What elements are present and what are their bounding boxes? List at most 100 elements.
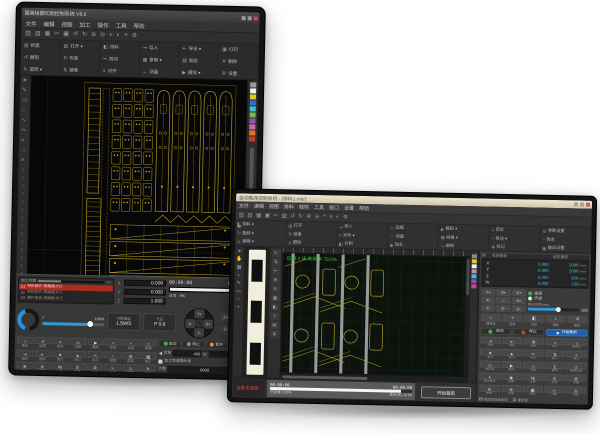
quick-action-button[interactable]: ↺ 复位 [567,315,588,327]
toolbar-icon[interactable]: ⚙ [343,214,348,220]
tool-icon[interactable]: ✋ [236,256,242,262]
minimize-icon[interactable] [574,202,578,206]
toolbar-icon[interactable]: ▥ [247,212,252,218]
function-button[interactable]: ▼ 落刀 [52,350,69,362]
machine-function-button[interactable]: ⊘ 解锁 [479,384,500,395]
ribbon-button[interactable]: ✕ 删除 [219,56,259,69]
jog-button[interactable]: X+ [512,297,526,304]
draw-tool-icon[interactable]: ∿ [22,116,28,126]
machine-function-button[interactable]: ✂ 对刀 [523,349,544,360]
machine-function-button[interactable]: ⇤ 收料 [502,337,523,348]
function-button[interactable]: ⌖ 定位 [52,337,69,349]
axis-value-field[interactable]: 0.000 [124,288,166,295]
machine-action-button[interactable]: 暂停 [205,340,227,348]
run-control-button[interactable]: 停止 [513,328,544,336]
tool-icon[interactable]: ⇅ [271,258,280,266]
fabric-strip[interactable] [246,250,266,375]
menu-item[interactable]: 操作 [97,21,108,29]
machine-function-button[interactable]: ⚙ 参数 [566,374,587,385]
ribbon-button[interactable]: ↔ 测量 [139,66,179,79]
footer-checkbox-item[interactable]: 完成后自动收料 [479,396,508,402]
tool-icon[interactable]: ⌖ [237,304,240,310]
color-swatch[interactable] [250,100,256,105]
tool-icon[interactable]: ≡ [270,312,279,320]
color-swatch[interactable] [250,106,256,111]
machine-function-button[interactable]: ◎ 关机 [565,386,586,397]
function-button[interactable]: ↕ 测厚 [105,351,122,363]
color-swatch[interactable] [472,269,477,273]
toolbar-icon[interactable]: ▧ [282,213,287,219]
toolbar-icon[interactable]: ≡ [124,30,128,41]
machine-function-button[interactable]: ▦ 校正 [522,385,543,396]
menu-item[interactable]: 文件 [25,19,36,27]
jog-y-minus-button[interactable]: Y- [194,328,204,337]
toolbar-icon[interactable]: ▦ [44,29,50,40]
axis-value-field[interactable]: 1.000 [124,297,166,304]
toolbar-icon[interactable]: ⚙ [132,30,138,41]
menu-item[interactable]: 视图 [61,20,72,28]
jog-button[interactable]: X- [481,296,495,303]
ribbon-button[interactable]: ▤ 新建 [21,40,61,53]
tool-icon[interactable]: ○ [237,296,240,302]
color-swatch[interactable] [249,118,255,123]
toolbar-icon[interactable]: ▤ [239,212,244,218]
tool-icon[interactable]: ▭ [236,288,241,294]
menu-item[interactable]: 编辑 [254,202,264,209]
color-swatch[interactable] [250,88,256,93]
menu-item[interactable]: 裁剪 [299,203,309,210]
jog-button[interactable]: Y- [481,304,495,311]
toolbar-icon[interactable]: ◐ [116,30,120,41]
color-swatch[interactable] [250,82,256,87]
toolbar-icon[interactable]: ▥ [35,28,41,39]
menu-item[interactable]: 帮助 [359,204,369,211]
ribbon-button[interactable]: ▥ 打开 ▾ [61,40,101,53]
machine-function-button[interactable]: ♻ 吸风 [523,337,544,348]
step-distance-slider[interactable] [528,308,579,312]
toolbar-icon[interactable]: ⊕ [91,30,96,41]
menu-item[interactable]: 工具 [314,203,324,210]
machine-function-button[interactable]: ⇅ 换刀 [545,350,566,361]
jog-button[interactable]: Z+ [496,289,510,296]
close-icon[interactable] [254,16,258,20]
function-button[interactable]: ⚙ 参数 [87,363,104,374]
jog-button[interactable]: U+ [512,289,526,296]
tool-icon[interactable]: ▤ [270,321,279,329]
machine-action-button[interactable]: 停止 [182,340,204,348]
function-button[interactable]: ⊗ 急停 [16,362,33,374]
toolbar-icon[interactable]: ▦ [256,212,261,218]
color-swatch[interactable] [471,279,476,283]
machine-function-button[interactable]: ◇ 诊断 [544,386,565,397]
toolbar-icon[interactable]: ↻ [82,29,87,40]
draw-tool-icon[interactable]: ≡ [21,156,27,166]
function-button[interactable]: ▦ 校正 [140,352,157,364]
jog-button[interactable]: ⌂ [496,297,510,304]
ribbon-button[interactable]: ≡ 对齐 [100,65,140,78]
machine-function-button[interactable]: ∅ 清零 [544,374,565,385]
machine-function-button[interactable]: ⌖ 激光定位 [479,372,500,383]
draw-tool-icon[interactable]: ✎ [22,86,28,96]
draw-tool-icon[interactable]: ✂ [21,126,27,136]
menu-item[interactable]: 编辑 [43,20,54,28]
function-button[interactable]: + 点动 [122,339,139,351]
toolbar-icon[interactable]: ⊖ [315,213,320,219]
function-button[interactable]: ▲ 抬刀 [69,350,86,362]
color-swatch[interactable] [250,112,256,117]
ribbon-button[interactable]: ↻ 恢复 [60,52,100,65]
jog-button[interactable]: U- [511,305,525,312]
color-swatch[interactable] [472,264,477,268]
menu-item[interactable]: 窗口 [329,204,339,211]
machine-function-button[interactable]: ∿ 空走 [523,361,544,372]
toolbar-icon[interactable]: ≡ [329,214,332,220]
function-button[interactable]: ♻ 清洁 [122,351,139,363]
tool-icon[interactable]: ➤ [237,248,241,254]
toolbar-icon[interactable]: ▣ [63,29,69,40]
ribbon-button[interactable]: ▣ 打印 [219,44,259,57]
tool-icon[interactable]: ↻ [271,249,280,257]
toolbar-icon[interactable]: ⌖ [323,213,326,220]
ribbon-button[interactable]: ✂ 剪切 [100,53,140,66]
job-list-row[interactable]: 03 袖片组合-排版图.PLT [19,295,113,303]
toolbar-icon[interactable]: ↺ [73,29,78,40]
ribbon-button[interactable]: ⇥ 导入 [140,42,180,55]
menu-item[interactable]: 工具 [115,21,126,29]
toolbar-icon[interactable]: ⊕ [306,213,311,219]
